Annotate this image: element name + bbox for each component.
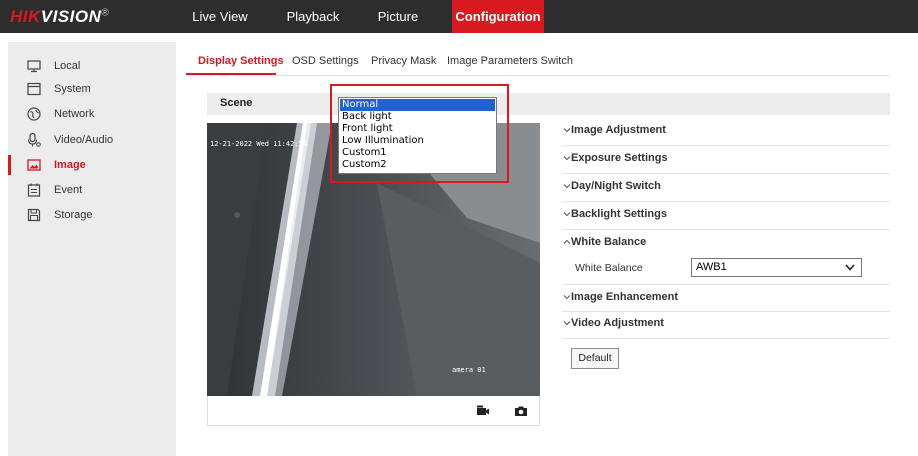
section-day-night-switch[interactable]: Day/Night Switch [562,174,890,202]
sidebar-item-network[interactable]: Network [8,103,176,125]
osd-camera-name: amera 01 [452,366,486,374]
tab-osd-settings[interactable]: OSD Settings [292,55,359,67]
scene-label: Scene [220,97,253,109]
globe-icon [27,107,41,121]
section-image-adjustment[interactable]: Image Adjustment [562,118,890,146]
hikvision-logo: HIKVISION® [10,7,109,27]
sidebar: Local System Network Video/Audio Image E… [8,42,176,456]
sidebar-item-label: Event [54,184,83,196]
chevron-down-icon [563,295,571,300]
chevron-down-icon [563,212,571,217]
white-balance-select[interactable]: AWB1 [691,258,862,277]
sidebar-item-label: System [54,83,91,95]
chevron-down-icon [563,184,571,189]
section-image-enhancement[interactable]: Image Enhancement [562,284,890,312]
camera-icon[interactable] [514,404,528,418]
sidebar-item-label: Video/Audio [54,134,114,146]
section-title: Exposure Settings [571,152,668,164]
nav-playback[interactable]: Playback [278,0,348,33]
chevron-up-icon [563,239,571,244]
tab-display-settings[interactable]: Display Settings [198,55,284,67]
nav-configuration[interactable]: Configuration [452,0,544,33]
section-video-adjustment[interactable]: Video Adjustment [562,311,890,339]
chevron-down-icon [563,321,571,326]
chevron-down-icon [563,128,571,133]
video-toolbar [207,396,540,426]
record-icon[interactable] [476,404,490,418]
section-title: Image Adjustment [571,124,666,136]
logo-part-white: VISION [40,7,102,26]
sidebar-item-system[interactable]: System [8,78,176,100]
annotation-highlight-box [330,84,509,183]
tab-image-parameters-switch[interactable]: Image Parameters Switch [447,55,573,67]
nav-live-view[interactable]: Live View [181,0,259,33]
monitor-icon [27,60,41,73]
section-title: White Balance [571,236,647,248]
section-title: Image Enhancement [571,291,678,303]
sidebar-item-local[interactable]: Local [8,55,176,77]
sidebar-item-image[interactable]: Image [8,154,176,176]
default-button[interactable]: Default [571,348,619,369]
logo-part-red: HIK [10,7,41,26]
section-title: Video Adjustment [571,317,664,329]
section-title: Day/Night Switch [571,180,661,192]
scene-bar [207,93,890,115]
nav-picture[interactable]: Picture [362,0,434,33]
white-balance-label: White Balance [575,262,643,274]
system-icon [27,82,41,96]
sidebar-item-label: Network [54,108,95,120]
sidebar-item-event[interactable]: Event [8,179,176,201]
section-title: Backlight Settings [571,208,667,220]
section-white-balance[interactable]: White Balance [562,230,890,258]
sidebar-item-label: Storage [54,209,93,221]
sidebar-item-video-audio[interactable]: Video/Audio [8,129,176,151]
chevron-down-icon [563,156,571,161]
tabs-divider [186,75,890,76]
chevron-down-icon [845,264,855,271]
microphone-icon [27,132,41,147]
osd-timestamp: 12-21-2022 Wed 11:42:54 [210,140,307,148]
section-exposure-settings[interactable]: Exposure Settings [562,146,890,174]
sidebar-item-storage[interactable]: Storage [8,204,176,226]
sidebar-item-label: Image [54,159,86,171]
section-backlight-settings[interactable]: Backlight Settings [562,202,890,230]
floppy-disk-icon [27,208,41,222]
tab-privacy-mask[interactable]: Privacy Mask [371,55,436,67]
top-nav-bar: HIKVISION® Live View Playback Picture Co… [0,0,918,33]
image-icon [27,159,41,171]
white-balance-value: AWB1 [696,261,727,273]
sidebar-item-label: Local [54,60,81,72]
calendar-icon [27,183,41,197]
logo-registered-mark: ® [101,7,110,19]
